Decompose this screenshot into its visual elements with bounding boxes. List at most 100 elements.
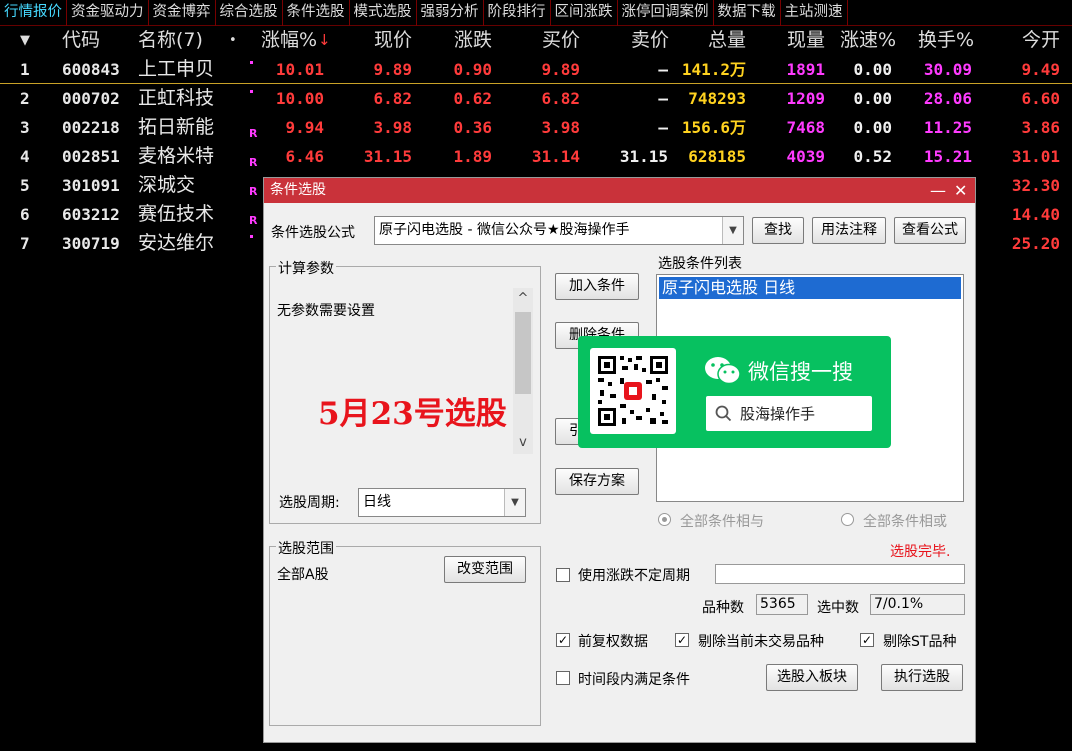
header-turnover[interactable]: 换手% bbox=[908, 26, 974, 55]
period-input[interactable] bbox=[715, 564, 965, 584]
cell-code: 600843 bbox=[62, 60, 120, 79]
header-name[interactable]: 名称(7) bbox=[138, 26, 203, 55]
row-marker-icon bbox=[250, 61, 253, 64]
stock-count-value: 5365 bbox=[756, 594, 808, 615]
table-row[interactable]: 2 000702 正虹科技 10.00 6.82 0.62 6.82 — 748293 1209 0… bbox=[0, 84, 1072, 113]
cell-speed: 0.00 bbox=[853, 118, 892, 137]
cell-price: 6.82 bbox=[373, 89, 412, 108]
sort-arrow-icon[interactable]: ▼ bbox=[20, 26, 30, 55]
menu-tab[interactable]: 资金博弈 bbox=[149, 0, 216, 26]
cell-ask: 31.15 bbox=[619, 147, 668, 166]
header-price[interactable]: 现价 bbox=[360, 26, 412, 55]
menu-tab[interactable]: 条件选股 bbox=[283, 0, 350, 26]
cell-open: 6.60 bbox=[1021, 89, 1060, 108]
view-formula-button[interactable]: 查看公式 bbox=[894, 217, 966, 244]
menu-tab[interactable]: 阶段排行 bbox=[484, 0, 551, 26]
header-change-pct[interactable]: 涨幅% bbox=[261, 26, 317, 55]
wechat-banner[interactable]: 微信搜一搜 股海操作手 bbox=[578, 336, 891, 448]
menu-tab[interactable]: 综合选股 bbox=[216, 0, 283, 26]
time-range-checkbox[interactable] bbox=[556, 671, 570, 685]
scroll-down-icon[interactable]: v bbox=[513, 432, 533, 454]
cell-name: 拓日新能 bbox=[138, 116, 215, 138]
formula-value: 原子闪电选股 - 微信公众号★股海操作手 bbox=[379, 222, 630, 238]
radio-all-and[interactable] bbox=[658, 513, 671, 526]
radio-all-or[interactable] bbox=[841, 513, 854, 526]
menu-tab[interactable]: 涨停回调案例 bbox=[618, 0, 714, 26]
params-scrollbar[interactable]: ^ v bbox=[513, 288, 533, 454]
header-volume[interactable]: 总量 bbox=[694, 26, 746, 55]
menu-tab[interactable]: 强弱分析 bbox=[417, 0, 484, 26]
chevron-down-icon[interactable]: ▼ bbox=[504, 489, 525, 516]
exclude-st-checkbox[interactable]: ✓ bbox=[860, 633, 874, 647]
header-open[interactable]: 今开 bbox=[1006, 26, 1060, 55]
quote-table-header: ▼ 代码 名称(7) • 涨幅% ↓ 现价 涨跌 买价 卖价 总量 现量 涨速%… bbox=[0, 26, 1072, 55]
cell-change-pct: 10.01 bbox=[275, 60, 324, 79]
menu-tab[interactable]: 行情报价 bbox=[0, 0, 67, 26]
formula-combo[interactable]: 原子闪电选股 - 微信公众号★股海操作手 ▼ bbox=[374, 216, 744, 245]
execute-select-button[interactable]: 执行选股 bbox=[881, 664, 963, 691]
menu-tab[interactable]: 模式选股 bbox=[350, 0, 417, 26]
period-value: 日线 bbox=[363, 494, 391, 510]
menu-tab[interactable]: 数据下载 bbox=[714, 0, 781, 26]
cell-code: 000702 bbox=[62, 89, 120, 108]
selected-count-value: 7/0.1% bbox=[870, 594, 965, 615]
cell-name: 深城交 bbox=[138, 174, 196, 196]
stock-count-label: 品种数 bbox=[702, 600, 744, 616]
cell-open: 9.49 bbox=[1021, 60, 1060, 79]
adjusted-data-label: 前复权数据 bbox=[578, 634, 648, 650]
condition-list-item[interactable]: 原子闪电选股 日线 bbox=[659, 277, 961, 299]
chevron-down-icon[interactable]: ▼ bbox=[722, 217, 743, 244]
cell-name: 麦格米特 bbox=[138, 145, 215, 167]
adjusted-data-checkbox[interactable]: ✓ bbox=[556, 633, 570, 647]
header-cur-volume[interactable]: 现量 bbox=[773, 26, 825, 55]
minimize-icon[interactable]: — bbox=[930, 178, 946, 203]
menu-tab[interactable]: 主站测速 bbox=[781, 0, 848, 26]
header-bid[interactable]: 买价 bbox=[528, 26, 580, 55]
cell-open: 3.86 bbox=[1021, 118, 1060, 137]
use-period-checkbox[interactable] bbox=[556, 568, 570, 582]
cell-change-pct: 9.94 bbox=[285, 118, 324, 137]
cell-open: 31.01 bbox=[1011, 147, 1060, 166]
scroll-thumb[interactable] bbox=[515, 312, 531, 394]
find-button[interactable]: 查找 bbox=[752, 217, 804, 244]
exclude-notrade-checkbox[interactable]: ✓ bbox=[675, 633, 689, 647]
cell-bid: 3.98 bbox=[541, 118, 580, 137]
close-icon[interactable]: ✕ bbox=[954, 178, 967, 203]
range-group-title: 选股范围 bbox=[276, 538, 336, 558]
period-combo[interactable]: 日线 ▼ bbox=[358, 488, 526, 517]
header-code[interactable]: 代码 bbox=[62, 26, 100, 55]
cell-bid: 31.14 bbox=[531, 147, 580, 166]
selected-count-label: 选中数 bbox=[817, 600, 859, 616]
menu-tab[interactable]: 资金驱动力 bbox=[67, 0, 149, 26]
usage-notes-button[interactable]: 用法注释 bbox=[812, 217, 886, 244]
cell-turnover: 28.06 bbox=[923, 89, 972, 108]
cell-ask: — bbox=[658, 118, 668, 137]
period-label: 选股周期: bbox=[279, 495, 340, 511]
table-row[interactable]: 1 600843 上工申贝 10.01 9.89 0.90 9.89 — 141.2万 1891 0… bbox=[0, 55, 1072, 84]
cell-change: 1.89 bbox=[453, 147, 492, 166]
cell-idx: 6 bbox=[20, 205, 30, 224]
scroll-up-icon[interactable]: ^ bbox=[513, 288, 533, 310]
cell-turnover: 15.21 bbox=[923, 147, 972, 166]
radio-all-and-label: 全部条件相与 bbox=[680, 514, 764, 530]
save-plan-button[interactable]: 保存方案 bbox=[555, 468, 639, 495]
table-row[interactable]: 4 002851 麦格米特 6.46 31.15 1.89 31.14 31.15 628185… bbox=[0, 142, 1072, 171]
change-range-button[interactable]: 改变范围 bbox=[444, 556, 526, 583]
menu-tab[interactable]: 区间涨跌 bbox=[551, 0, 618, 26]
cell-change: 0.62 bbox=[453, 89, 492, 108]
cell-idx: 7 bbox=[20, 234, 30, 253]
radio-all-or-label: 全部条件相或 bbox=[863, 514, 947, 530]
cell-cur-volume: 1891 bbox=[786, 60, 825, 79]
cell-name: 正虹科技 bbox=[138, 87, 215, 109]
header-ask[interactable]: 卖价 bbox=[617, 26, 669, 55]
header-speed[interactable]: 涨速% bbox=[832, 26, 896, 55]
header-change[interactable]: 涨跌 bbox=[440, 26, 492, 55]
cell-code: 002851 bbox=[62, 147, 120, 166]
wechat-search-box[interactable]: 股海操作手 bbox=[706, 396, 872, 431]
cell-turnover: 11.25 bbox=[923, 118, 972, 137]
add-to-block-button[interactable]: 选股入板块 bbox=[766, 664, 858, 691]
table-row[interactable]: 3 002218 拓日新能 9.94 3.98 0.36 3.98 — 156.6万 7468 0.… bbox=[0, 113, 1072, 142]
cell-idx: 2 bbox=[20, 89, 30, 108]
dialog-title-bar[interactable]: 条件选股 — ✕ bbox=[264, 178, 975, 203]
add-condition-button[interactable]: 加入条件 bbox=[555, 273, 639, 300]
